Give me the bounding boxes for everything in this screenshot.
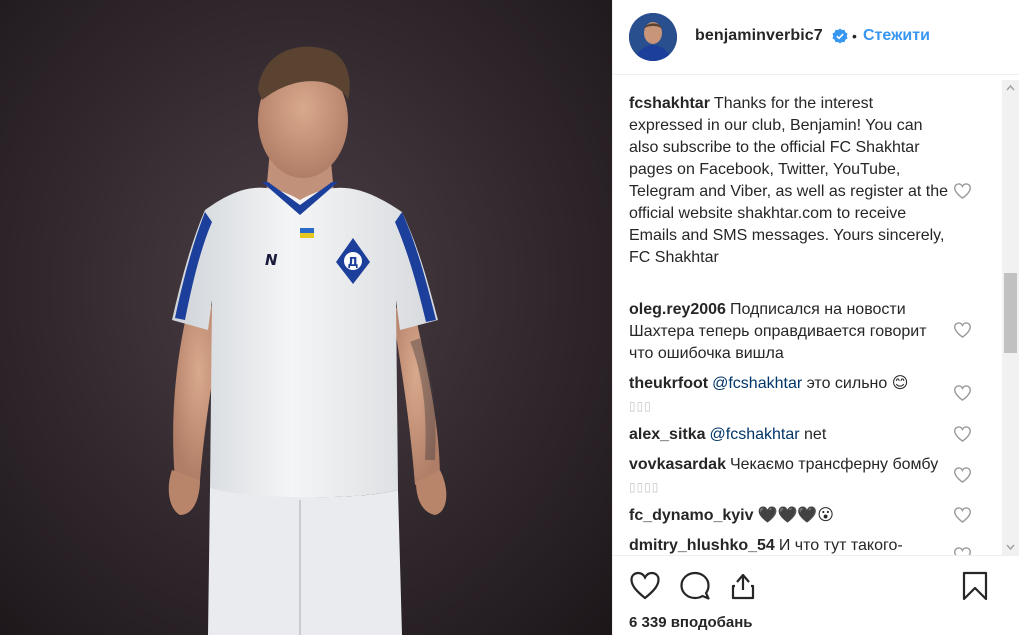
comment-like-heart-icon[interactable] (953, 385, 972, 401)
comment-username[interactable]: alex_sitka (629, 426, 706, 443)
comment-item: alex_sitka @fcshakhtar net (629, 424, 949, 446)
comment-emoji-fallback: ▯▯▯▯ (629, 480, 660, 494)
comment-like-heart-icon[interactable] (953, 507, 972, 523)
svg-text:N: N (265, 251, 278, 269)
comment-username[interactable]: dmitry_hlushko_54 (629, 537, 775, 554)
comment-like-heart-icon[interactable] (953, 467, 972, 483)
scrollbar-thumb[interactable] (1004, 273, 1017, 353)
scroll-down-arrow-icon[interactable] (1002, 538, 1019, 555)
comment-like-heart-icon[interactable] (953, 322, 972, 338)
post-sidebar: benjaminverbic7 • Стежити fcshakhtar Than… (612, 0, 1019, 635)
avatar[interactable] (629, 13, 677, 61)
comment-username[interactable]: theukrfoot (629, 375, 708, 392)
comments-scrollbar[interactable] (1002, 80, 1019, 555)
comment-item: oleg.rey2006 Подписался на новости Шахтер… (629, 299, 949, 365)
comment-item: fc_dynamo_kyiv 🖤🖤🖤😮 (629, 505, 949, 527)
comment-username[interactable]: fc_dynamo_kyiv (629, 507, 754, 524)
header-separator: • (852, 28, 857, 44)
comment-text: Thanks for the interest expressed in our… (629, 95, 948, 266)
comment-item: theukrfoot @fcshakhtar это сильно 😊 ▯▯▯ (629, 373, 949, 417)
avatar-image (629, 13, 677, 61)
comment-mention[interactable]: @fcshakhtar (712, 375, 802, 392)
likes-count[interactable]: 6 339 вподобань (629, 614, 753, 631)
post-username[interactable]: benjaminverbic7 (695, 27, 823, 45)
post-photo[interactable]: Д N (0, 0, 612, 635)
scroll-up-arrow-icon[interactable] (1002, 80, 1019, 97)
comment-mention[interactable]: @fcshakhtar (710, 426, 800, 443)
follow-button[interactable]: Стежити (863, 27, 930, 45)
comment-emoji-fallback: ▯▯▯ (629, 399, 652, 413)
post-header: benjaminverbic7 • Стежити (613, 0, 1019, 75)
verified-badge-icon (832, 28, 848, 44)
comment-username[interactable]: fcshakhtar (629, 95, 710, 112)
comment-like-heart-icon[interactable] (953, 183, 972, 199)
post-actions-bar (613, 555, 1019, 606)
comment-username[interactable]: oleg.rey2006 (629, 301, 726, 318)
comment-username[interactable]: vovkasardak (629, 456, 726, 473)
heart-icon[interactable] (629, 570, 661, 602)
bookmark-icon[interactable] (959, 570, 991, 602)
comment-item: vovkasardak Чекаємо трансферну бомбу ▯▯▯▯ (629, 454, 949, 498)
comment-text: это сильно 😊 (802, 375, 909, 392)
comment-like-heart-icon[interactable] (953, 547, 972, 555)
comment-text: Чекаємо трансферну бомбу (729, 456, 939, 473)
comment-text: 🖤🖤🖤😮 (757, 507, 834, 524)
share-icon[interactable] (727, 570, 759, 602)
comment-list[interactable]: fcshakhtar Thanks for the interest expres… (613, 75, 1005, 555)
comment-text: И что тут такого- (778, 537, 903, 554)
comment-bubble-icon[interactable] (679, 570, 711, 602)
comment-item: fcshakhtar Thanks for the interest expres… (629, 93, 949, 269)
comment-text: net (799, 426, 827, 443)
comment-item: dmitry_hlushko_54 И что тут такого- (629, 535, 949, 555)
svg-text:Д: Д (348, 255, 359, 269)
player-photo-illustration: Д N (168, 46, 447, 635)
comment-like-heart-icon[interactable] (953, 426, 972, 442)
